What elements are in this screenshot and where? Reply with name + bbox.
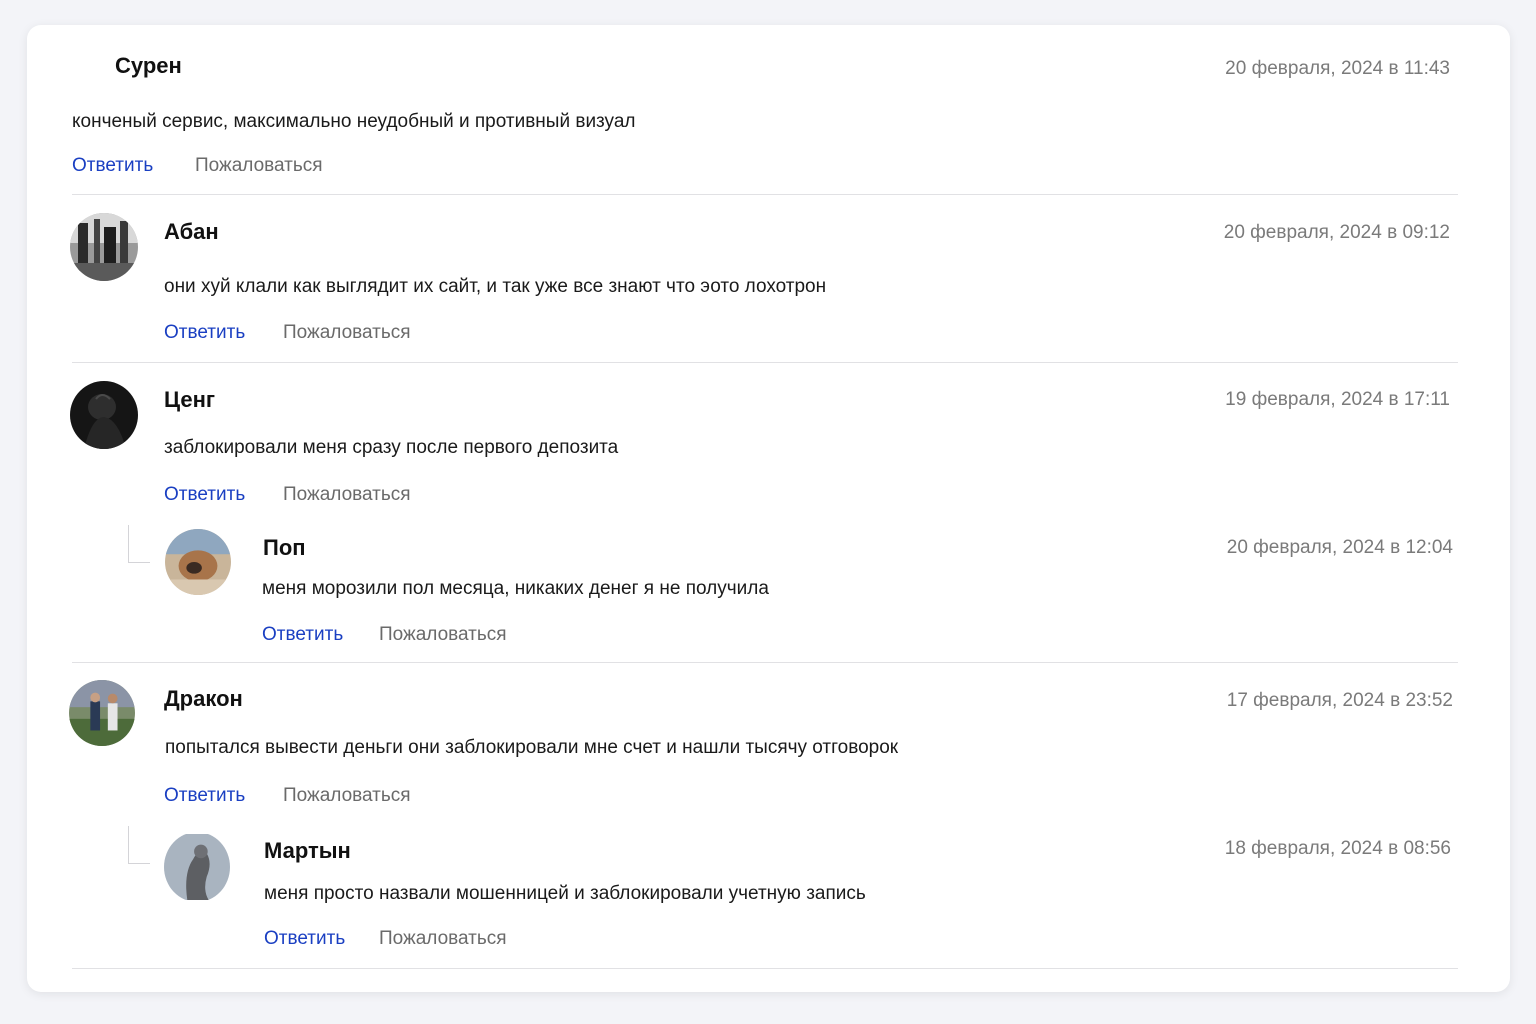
comment-author: Абан bbox=[164, 219, 219, 244]
comment-text: конченый сервис, максимально неудобный и… bbox=[72, 111, 636, 132]
report-button[interactable]: Пожаловаться bbox=[283, 785, 411, 807]
comment-date: 20 февраля, 2024 в 12:04 bbox=[1226, 537, 1453, 558]
comment-author: Мартын bbox=[264, 838, 351, 863]
reply-button[interactable]: Ответить bbox=[264, 928, 345, 950]
comment-divider bbox=[72, 194, 1458, 195]
comment-author: Сурен bbox=[115, 53, 182, 78]
comment-divider bbox=[72, 362, 1458, 363]
comment-divider bbox=[72, 968, 1458, 969]
comment-text: попытался вывести деньги они заблокирова… bbox=[165, 737, 899, 758]
reply-button[interactable]: Ответить bbox=[72, 155, 153, 177]
comment-author: Ценг bbox=[164, 387, 216, 412]
report-button[interactable]: Пожаловаться bbox=[195, 155, 323, 177]
report-button[interactable]: Пожаловаться bbox=[379, 624, 507, 646]
avatar[interactable] bbox=[165, 529, 231, 595]
report-button[interactable]: Пожаловаться bbox=[283, 322, 411, 344]
avatar-photo-icon bbox=[70, 381, 138, 449]
thread-connector bbox=[128, 826, 150, 864]
avatar[interactable] bbox=[70, 213, 138, 281]
comment-date: 19 февраля, 2024 в 17:11 bbox=[1225, 389, 1450, 410]
avatar[interactable] bbox=[70, 381, 138, 449]
comment-text: меня просто назвали мошенницей и заблоки… bbox=[264, 883, 866, 904]
report-button[interactable]: Пожаловаться bbox=[379, 928, 507, 950]
comment-text: они хуй клали как выглядит их сайт, и та… bbox=[164, 276, 827, 297]
avatar-photo-icon bbox=[165, 529, 231, 595]
reply-button[interactable]: Ответить bbox=[164, 322, 245, 344]
comment-date: 17 февраля, 2024 в 23:52 bbox=[1226, 690, 1453, 711]
thread-connector bbox=[128, 525, 150, 563]
avatar[interactable] bbox=[69, 680, 135, 746]
comments-card: Сурен 20 февраля, 2024 в 11:43 конченый … bbox=[27, 25, 1510, 992]
report-button[interactable]: Пожаловаться bbox=[283, 484, 411, 506]
reply-button[interactable]: Ответить bbox=[164, 484, 245, 506]
comment-divider bbox=[72, 662, 1458, 663]
avatar[interactable] bbox=[164, 832, 230, 902]
comment-date: 18 февраля, 2024 в 08:56 bbox=[1224, 838, 1451, 859]
comment-text: заблокировали меня сразу после первого д… bbox=[164, 437, 619, 458]
comment-date: 20 февраля, 2024 в 11:43 bbox=[1225, 58, 1450, 79]
reply-button[interactable]: Ответить bbox=[164, 785, 245, 807]
avatar-photo-icon bbox=[70, 213, 138, 281]
reply-button[interactable]: Ответить bbox=[262, 624, 343, 646]
comment-author: Дракон bbox=[164, 686, 243, 711]
comment-author: Поп bbox=[263, 535, 306, 560]
avatar-photo-icon bbox=[164, 834, 230, 900]
comment-date: 20 февраля, 2024 в 09:12 bbox=[1223, 222, 1450, 243]
avatar-photo-icon bbox=[69, 680, 135, 746]
comment-text: меня морозили пол месяца, никаких денег … bbox=[262, 578, 769, 599]
